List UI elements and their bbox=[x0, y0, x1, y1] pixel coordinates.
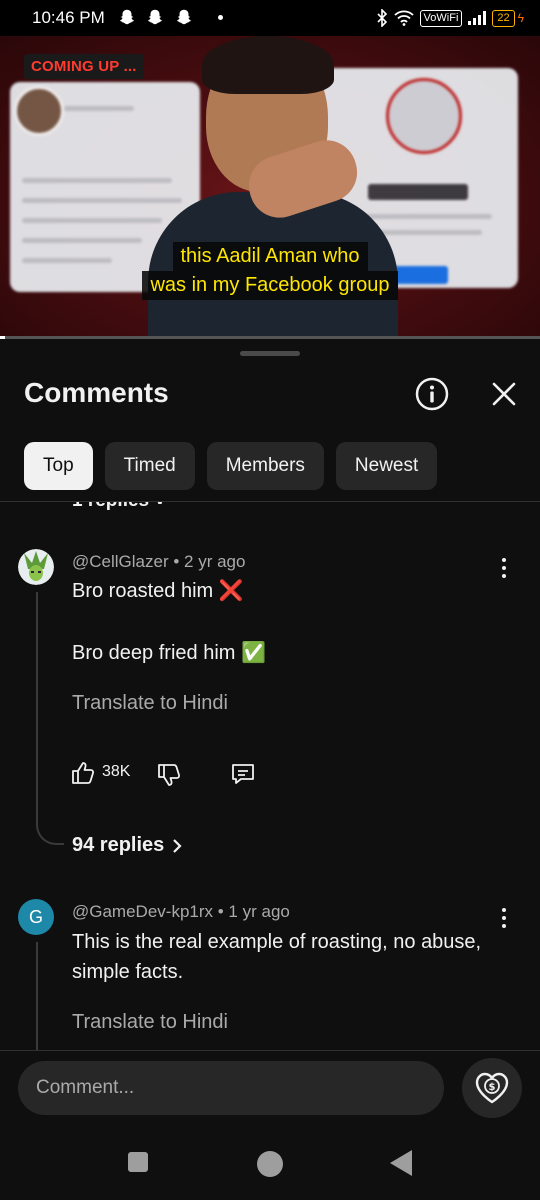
view-replies-button[interactable]: 94 replies bbox=[72, 834, 184, 857]
previous-replies-link[interactable]: 1 replies ˅ bbox=[72, 502, 165, 512]
system-navigation-bar bbox=[0, 1124, 540, 1200]
info-icon bbox=[415, 377, 449, 411]
subtitle-text: was in my Facebook group bbox=[142, 271, 398, 300]
super-thanks-button[interactable]: $ bbox=[462, 1058, 522, 1118]
filter-chip-members[interactable]: Members bbox=[206, 442, 324, 490]
comment-input[interactable] bbox=[18, 1061, 444, 1115]
thread-connector bbox=[36, 798, 64, 845]
translate-link[interactable]: Translate to Hindi bbox=[72, 1011, 228, 1034]
home-button[interactable] bbox=[257, 1151, 283, 1177]
svg-text:$: $ bbox=[489, 1082, 496, 1093]
comment-time: 2 yr ago bbox=[184, 552, 246, 571]
divider bbox=[0, 1050, 540, 1051]
filter-chip-top[interactable]: Top bbox=[24, 442, 93, 490]
recent-apps-button[interactable] bbox=[128, 1152, 148, 1172]
comments-panel: Comments Top Timed Members Newest 1 repl… bbox=[0, 339, 540, 1200]
signal-icon bbox=[468, 11, 487, 25]
wifi-icon bbox=[393, 10, 414, 26]
dislike-icon[interactable] bbox=[156, 762, 182, 788]
comment-text: Bro deep fried him ✅ bbox=[72, 642, 266, 664]
avatar[interactable]: G bbox=[18, 899, 54, 935]
back-button[interactable] bbox=[390, 1150, 412, 1176]
filter-chip-newest[interactable]: Newest bbox=[335, 442, 438, 490]
like-icon[interactable] bbox=[70, 760, 96, 786]
panel-title: Comments bbox=[24, 377, 169, 408]
comment-time: 1 yr ago bbox=[228, 902, 290, 921]
snapchat-icon bbox=[119, 9, 135, 25]
info-button[interactable] bbox=[412, 374, 452, 414]
comment-text: simple facts. bbox=[72, 961, 184, 983]
comment-author[interactable]: @GameDev-kp1rx bbox=[72, 902, 213, 921]
coming-up-badge: COMING UP ... bbox=[24, 54, 144, 79]
comment-filter-chips: Top Timed Members Newest bbox=[24, 442, 438, 490]
comment-meta: @CellGlazer • 2 yr ago bbox=[72, 552, 246, 571]
status-bar: 10:46 PM VoWiFi 22 ϟ bbox=[0, 0, 540, 36]
reply-icon[interactable] bbox=[230, 761, 256, 787]
close-icon bbox=[492, 382, 516, 406]
comment-text: Bro roasted him ❌ bbox=[72, 580, 244, 602]
charging-icon: ϟ bbox=[517, 11, 524, 25]
comment-more-button[interactable] bbox=[496, 906, 512, 930]
video-progress-fill bbox=[0, 336, 6, 339]
comment-author[interactable]: @CellGlazer bbox=[72, 552, 169, 571]
comment-text: This is the real example of roasting, no… bbox=[72, 931, 482, 953]
chevron-right-icon bbox=[173, 838, 182, 853]
replies-count: 94 replies bbox=[72, 834, 165, 856]
avatar-image bbox=[18, 549, 54, 585]
bluetooth-icon bbox=[376, 9, 387, 27]
filter-chip-timed[interactable]: Timed bbox=[104, 442, 195, 490]
snapchat-icon bbox=[147, 9, 163, 25]
translate-link[interactable]: Translate to Hindi bbox=[72, 692, 228, 715]
thread-line bbox=[36, 942, 38, 1050]
close-button[interactable] bbox=[484, 374, 524, 414]
snapchat-icon bbox=[176, 9, 192, 25]
like-count: 38K bbox=[102, 763, 131, 780]
thread-line bbox=[36, 592, 38, 798]
status-icons: VoWiFi 22 ϟ bbox=[376, 7, 524, 29]
avatar bbox=[14, 86, 64, 136]
status-time: 10:46 PM bbox=[32, 8, 105, 27]
avatar[interactable] bbox=[18, 549, 54, 585]
battery-icon: 22 bbox=[492, 9, 515, 27]
drag-handle[interactable] bbox=[240, 351, 300, 356]
vowifi-badge: VoWiFi bbox=[419, 9, 463, 27]
comment-meta: @GameDev-kp1rx • 1 yr ago bbox=[72, 902, 290, 921]
comments-list[interactable]: 1 replies ˅ @CellGlazer • 2 yr ago Bro r… bbox=[0, 502, 540, 1050]
super-thanks-icon: $ bbox=[475, 1072, 509, 1104]
subtitle-line-2: was in my Facebook group bbox=[0, 271, 540, 300]
notification-dot bbox=[218, 15, 223, 20]
subtitle-text: this Aadil Aman who bbox=[172, 242, 368, 271]
video-player[interactable]: COMING UP ... this Aadil Aman who was in… bbox=[0, 36, 540, 338]
comment-more-button[interactable] bbox=[496, 556, 512, 580]
subtitle-line-1: this Aadil Aman who bbox=[0, 242, 540, 271]
